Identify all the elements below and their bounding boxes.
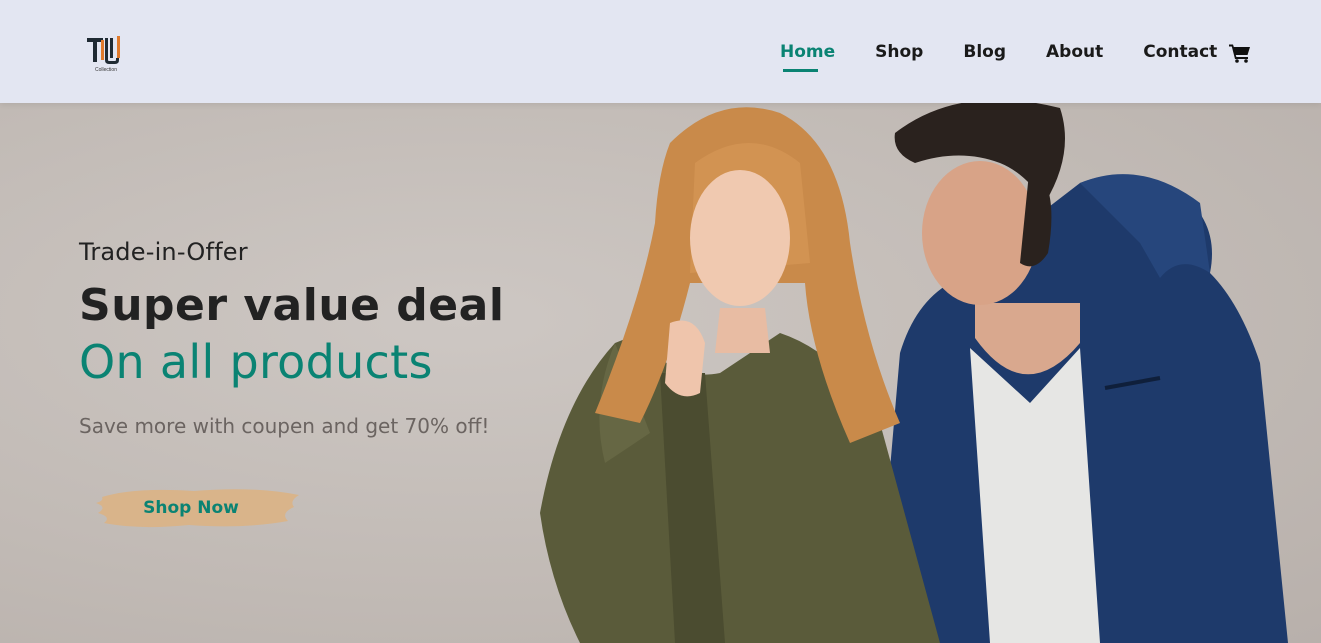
hero-banner: Trade-in-Offer Super value deal On all p… [0,103,1321,643]
shop-now-button[interactable]: Shop Now [94,483,306,533]
hero-copy: Trade-in-Offer Super value deal On all p… [79,238,504,438]
nav-item-about[interactable]: About [1046,38,1103,66]
hero-subheadline: On all products [79,335,433,389]
nav-item-home[interactable]: Home [780,38,835,72]
nav-item-blog[interactable]: Blog [963,38,1006,66]
main-nav: Home Shop Blog About Contact [780,38,1257,72]
shopping-cart-icon[interactable] [1229,43,1251,63]
logo-mark-icon [87,36,120,64]
logo-caption: Collection [95,67,117,73]
shop-now-label: Shop Now [143,498,239,518]
site-header: Collection Home Shop Blog About Contact [0,0,1321,103]
hero-blurb: Save more with coupen and get 70% off! [79,414,490,438]
nav-item-shop[interactable]: Shop [875,38,923,66]
hero-models-image [540,103,1288,643]
brand-logo[interactable]: Collection [86,34,126,76]
hero-eyebrow: Trade-in-Offer [79,238,248,266]
hero-headline: Super value deal [79,280,505,331]
nav-item-contact[interactable]: Contact [1143,38,1217,66]
